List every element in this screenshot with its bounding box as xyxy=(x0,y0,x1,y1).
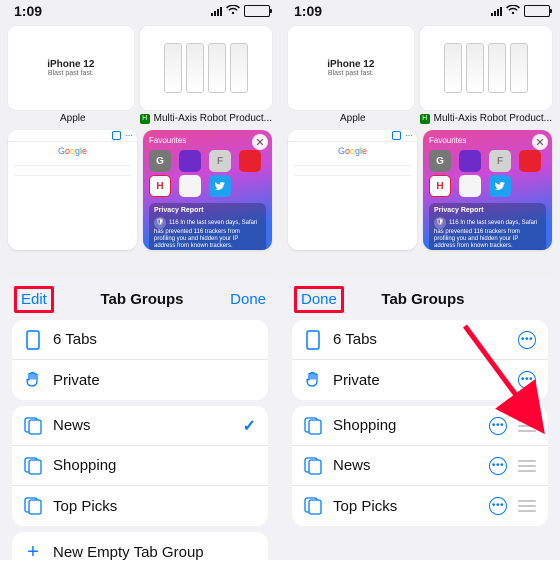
battery-icon xyxy=(524,5,550,17)
battery-icon xyxy=(244,5,270,17)
row-toppicks[interactable]: Top Picks xyxy=(12,486,268,526)
done-button[interactable]: Done xyxy=(294,286,344,313)
row-private-label: Private xyxy=(53,372,256,389)
row-shopping-label: Shopping xyxy=(53,457,256,474)
thumb-apple-caption: Apple xyxy=(8,113,134,124)
thumb-apple-sub: Blast past fast. xyxy=(48,70,94,77)
thumb-favourites[interactable]: ✕ Favourites⧉ GF H Privacy Report🛡116 In… xyxy=(423,130,552,250)
sheet-header: Done Tab Groups xyxy=(288,284,552,314)
thumb-robot-caption: HMulti-Axis Robot Product... xyxy=(140,113,272,124)
thumb-apple-title: iPhone 12 xyxy=(47,59,94,70)
thumb-favourites[interactable]: ✕ Favourites⧉ GF H Privacy Report 🛡116 I… xyxy=(143,130,272,250)
check-icon: ✓ xyxy=(243,416,256,436)
more-icon[interactable]: ••• xyxy=(518,371,536,389)
row-tabs[interactable]: 6 Tabs ••• xyxy=(292,320,548,360)
more-icon[interactable]: ••• xyxy=(489,497,507,515)
sheet-title: Tab Groups xyxy=(100,291,183,308)
thumb-apple[interactable]: iPhone 12Blast past fast. xyxy=(288,26,414,110)
row-shopping[interactable]: Shopping xyxy=(12,446,268,486)
edit-button[interactable]: Edit xyxy=(14,286,54,313)
thumb-robot[interactable] xyxy=(420,26,552,110)
tab-thumbnails-row1: iPhone 12Blast past fast. Apple HMulti-A… xyxy=(0,22,280,124)
group-system: 6 Tabs ••• Private ••• xyxy=(292,320,548,400)
close-icon[interactable]: ✕ xyxy=(532,134,548,150)
row-shopping[interactable]: Shopping ••• xyxy=(292,406,548,446)
drag-handle-icon[interactable] xyxy=(518,500,536,512)
row-news[interactable]: News ✓ xyxy=(12,406,268,446)
status-bar: 1:09 xyxy=(0,0,280,22)
favourites-title: Favourites xyxy=(149,136,186,146)
status-bar: 1:09 xyxy=(280,0,560,22)
privacy-report: Privacy Report 🛡116 In the last seven da… xyxy=(149,203,266,250)
row-tabs-label: 6 Tabs xyxy=(53,331,256,348)
hand-icon xyxy=(24,371,42,389)
thumb-robot-caption: HMulti-Axis Robot Product... xyxy=(420,113,552,124)
tabs-icon xyxy=(304,330,322,350)
tabgroup-icon xyxy=(304,417,322,435)
done-button[interactable]: Done xyxy=(230,291,266,308)
hand-icon xyxy=(304,371,322,389)
thumb-apple-caption: Apple xyxy=(288,113,414,124)
thumb-robot[interactable] xyxy=(140,26,272,110)
screenshot-left: 1:09 iPhone 12Blast past fast. Apple xyxy=(0,0,280,560)
wifi-icon xyxy=(506,4,520,18)
group-custom-edit: Shopping ••• News ••• Top Picks ••• xyxy=(292,406,548,526)
drag-handle-icon[interactable] xyxy=(518,420,536,432)
clock: 1:09 xyxy=(294,3,322,19)
tabs-icon xyxy=(24,330,42,350)
sheet-title: Tab Groups xyxy=(381,291,464,308)
thumb-google[interactable]: ⋯ Google xyxy=(8,130,137,250)
group-system: 6 Tabs Private xyxy=(12,320,268,400)
plus-icon: + xyxy=(24,541,42,564)
row-news[interactable]: News ••• xyxy=(292,446,548,486)
thumb-apple[interactable]: iPhone 12Blast past fast. xyxy=(8,26,134,110)
row-news-label: News xyxy=(53,417,232,434)
group-new: + New Empty Tab Group xyxy=(12,532,268,572)
tab-groups-sheet: Done Tab Groups 6 Tabs ••• Private ••• xyxy=(280,276,560,560)
tabgroup-icon xyxy=(304,497,322,515)
clock: 1:09 xyxy=(14,3,42,19)
tabgroup-icon xyxy=(24,457,42,475)
google-logo: Google xyxy=(8,146,137,156)
more-icon[interactable]: ••• xyxy=(518,331,536,349)
sheet-header: Edit Tab Groups Done xyxy=(8,284,272,314)
row-toppicks[interactable]: Top Picks ••• xyxy=(292,486,548,526)
drag-handle-icon[interactable] xyxy=(518,460,536,472)
row-new-empty[interactable]: + New Empty Tab Group xyxy=(12,532,268,572)
more-icon[interactable]: ••• xyxy=(489,417,507,435)
wifi-icon xyxy=(226,4,240,18)
row-toppicks-label: Top Picks xyxy=(53,498,256,515)
thumb-google[interactable]: ⋯ Google xyxy=(288,130,417,250)
tab-thumbnails-row2: ⋯ Google ✕ Favourites⧉ GF H Privacy Repo… xyxy=(280,124,560,250)
row-new-label: New Empty Tab Group xyxy=(53,544,256,561)
tabgroup-icon xyxy=(24,497,42,515)
tab-groups-sheet: Edit Tab Groups Done 6 Tabs Private News xyxy=(0,276,280,560)
close-icon[interactable]: ✕ xyxy=(252,134,268,150)
cellular-icon xyxy=(211,6,222,16)
screenshot-right: 1:09 iPhone 12Blast past fast. Apple xyxy=(280,0,560,560)
group-custom: News ✓ Shopping Top Picks xyxy=(12,406,268,526)
cellular-icon xyxy=(491,6,502,16)
more-icon[interactable]: ••• xyxy=(489,457,507,475)
tabgroup-icon xyxy=(304,457,322,475)
row-tabs[interactable]: 6 Tabs xyxy=(12,320,268,360)
tab-thumbnails-row1: iPhone 12Blast past fast. Apple HMulti-A… xyxy=(280,22,560,124)
row-private[interactable]: Private xyxy=(12,360,268,400)
row-private[interactable]: Private ••• xyxy=(292,360,548,400)
tabgroup-icon xyxy=(24,417,42,435)
tab-thumbnails-row2: ⋯ Google ✕ Favourites⧉ GF H Privacy Repo… xyxy=(0,124,280,250)
